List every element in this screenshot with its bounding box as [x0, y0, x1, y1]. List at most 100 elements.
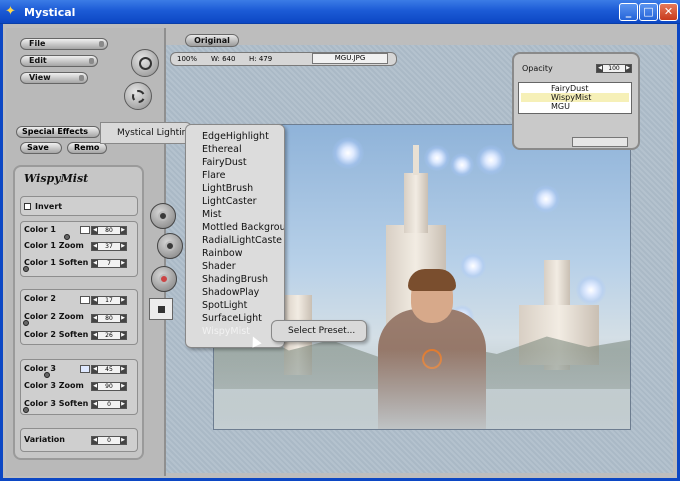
color-3-soften-stepper[interactable]: ◀ 0 ▶	[91, 400, 127, 409]
color-2-zoom-knob[interactable]	[23, 320, 29, 326]
stepper-value[interactable]: 80	[105, 315, 113, 322]
increment-arrow-icon[interactable]: ▶	[120, 366, 126, 373]
param-label: Color 2	[24, 294, 56, 303]
color-2-soften-stepper[interactable]: ◀ 26 ▶	[91, 331, 127, 340]
zoom-tool-button[interactable]	[157, 233, 183, 259]
variation-stepper[interactable]: ◀ 0 ▶	[91, 436, 127, 445]
decrement-arrow-icon[interactable]: ◀	[92, 437, 98, 444]
menu-item[interactable]: Mist	[202, 209, 284, 220]
move-tool-button[interactable]	[150, 203, 176, 229]
layer-item-selected[interactable]: WispyMist	[521, 93, 629, 102]
increment-arrow-icon[interactable]: ▶	[625, 65, 631, 72]
color-1-swatch[interactable]	[80, 226, 90, 234]
color-1-soften-stepper[interactable]: ◀ 7 ▶	[91, 259, 127, 268]
mystical-logo-icon: ✦	[5, 4, 16, 19]
menu-item[interactable]: RadialLightCaste	[202, 235, 284, 246]
menu-item[interactable]: Mottled Backgrou	[202, 222, 284, 233]
save-button[interactable]: Save	[20, 142, 62, 154]
view-menu-button[interactable]: View	[20, 72, 88, 84]
layer-item[interactable]: FairyDust	[551, 84, 589, 93]
menu-item[interactable]: ShadingBrush	[202, 274, 284, 285]
decrement-arrow-icon[interactable]: ◀	[597, 65, 603, 72]
increment-arrow-icon[interactable]: ▶	[120, 243, 126, 250]
stepper-value[interactable]: 17	[105, 297, 113, 304]
decrement-arrow-icon[interactable]: ◀	[92, 227, 98, 234]
color-1-knob[interactable]	[64, 234, 70, 240]
stepper-value[interactable]: 100	[608, 65, 619, 72]
special-effects-button[interactable]: Special Effects	[16, 126, 100, 138]
image-height: H: 479	[249, 55, 273, 63]
color-2-stepper[interactable]: ◀ 17 ▶	[91, 296, 127, 305]
menu-item[interactable]: ShadowPlay	[202, 287, 284, 298]
color-tool-button[interactable]	[151, 266, 177, 292]
invert-checkbox[interactable]	[24, 203, 31, 210]
color-1-stepper[interactable]: ◀ 80 ▶	[91, 226, 127, 235]
stepper-value[interactable]: 90	[105, 383, 113, 390]
color-3-soften-knob[interactable]	[23, 407, 29, 413]
edit-menu-button[interactable]: Edit	[20, 55, 98, 67]
stepper-value[interactable]: 45	[105, 366, 113, 373]
decrement-arrow-icon[interactable]: ◀	[92, 297, 98, 304]
minimize-icon: _	[625, 5, 632, 18]
color-3-stepper[interactable]: ◀ 45 ▶	[91, 365, 127, 374]
param-label: Color 3 Zoom	[24, 381, 84, 390]
decrement-arrow-icon[interactable]: ◀	[92, 243, 98, 250]
rotate-dial-button[interactable]	[124, 82, 152, 110]
increment-arrow-icon[interactable]: ▶	[120, 227, 126, 234]
color-1-zoom-stepper[interactable]: ◀ 37 ▶	[91, 242, 127, 251]
close-button[interactable]: ✕	[659, 3, 678, 21]
building-needle	[413, 145, 419, 175]
menu-item[interactable]: FairyDust	[202, 157, 284, 168]
menu-item[interactable]: EdgeHighlight	[202, 131, 284, 142]
layer-list[interactable]: FairyDust WispyMist MGU	[518, 82, 632, 114]
menu-item[interactable]: Rainbow	[202, 248, 284, 259]
navigator-button[interactable]	[131, 49, 159, 77]
color-3-swatch[interactable]	[80, 365, 90, 373]
layer-item[interactable]: MGU	[551, 102, 570, 111]
stepper-value[interactable]: 37	[105, 243, 113, 250]
menu-item[interactable]: LightBrush	[202, 183, 284, 194]
move-icon	[158, 211, 168, 221]
increment-arrow-icon[interactable]: ▶	[120, 401, 126, 408]
increment-arrow-icon[interactable]: ▶	[120, 383, 126, 390]
mystical-lighting-menu-item[interactable]: Mystical Lightin	[100, 122, 192, 144]
stepper-value[interactable]: 80	[105, 227, 113, 234]
color-3-knob[interactable]	[44, 372, 50, 378]
color-2-zoom-stepper[interactable]: ◀ 80 ▶	[91, 314, 127, 323]
stepper-value[interactable]: 26	[105, 332, 113, 339]
increment-arrow-icon[interactable]: ▶	[120, 315, 126, 322]
minimize-button[interactable]: _	[619, 3, 638, 21]
menu-item[interactable]: Shader	[202, 261, 284, 272]
maximize-button[interactable]: □	[639, 3, 658, 21]
increment-arrow-icon[interactable]: ▶	[120, 332, 126, 339]
decrement-arrow-icon[interactable]: ◀	[92, 260, 98, 267]
menu-item[interactable]: Flare	[202, 170, 284, 181]
layer-tools-bar[interactable]	[572, 137, 628, 147]
select-preset-menu-item[interactable]: Select Preset...	[271, 320, 367, 342]
person-hair	[408, 269, 456, 291]
maximize-icon: □	[643, 5, 654, 18]
image-width: W: 640	[211, 55, 236, 63]
param-label: Color 1 Zoom	[24, 241, 84, 250]
opacity-stepper[interactable]: ◀ 100 ▶	[596, 64, 632, 73]
increment-arrow-icon[interactable]: ▶	[120, 260, 126, 267]
preview-tool-button[interactable]	[149, 298, 173, 320]
decrement-arrow-icon[interactable]: ◀	[92, 366, 98, 373]
increment-arrow-icon[interactable]: ▶	[120, 297, 126, 304]
file-menu-button[interactable]: File	[20, 38, 108, 50]
stepper-value[interactable]: 7	[107, 260, 111, 267]
increment-arrow-icon[interactable]: ▶	[120, 437, 126, 444]
decrement-arrow-icon[interactable]: ◀	[92, 401, 98, 408]
decrement-arrow-icon[interactable]: ◀	[92, 315, 98, 322]
stepper-value[interactable]: 0	[107, 437, 111, 444]
color-3-zoom-stepper[interactable]: ◀ 90 ▶	[91, 382, 127, 391]
color-2-swatch[interactable]	[80, 296, 90, 304]
menu-item[interactable]: Ethereal	[202, 144, 284, 155]
decrement-arrow-icon[interactable]: ◀	[92, 383, 98, 390]
menu-item[interactable]: SpotLight	[202, 300, 284, 311]
decrement-arrow-icon[interactable]: ◀	[92, 332, 98, 339]
color-1-soften-knob[interactable]	[23, 266, 29, 272]
menu-item[interactable]: LightCaster	[202, 196, 284, 207]
stepper-value[interactable]: 0	[107, 401, 111, 408]
original-button[interactable]: Original	[185, 34, 239, 47]
